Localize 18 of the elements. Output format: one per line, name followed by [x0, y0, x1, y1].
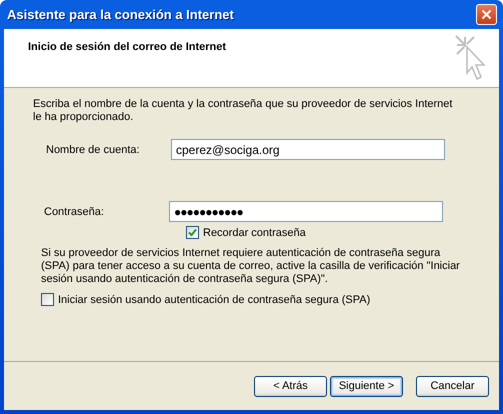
- wizard-button[interactable]: Siguiente >: [330, 376, 403, 396]
- close-button[interactable]: [476, 4, 497, 25]
- check-icon: [188, 228, 197, 237]
- checkbox[interactable]: [41, 293, 54, 306]
- password-label: Contraseña:: [43, 206, 105, 218]
- window-title: Asistente para la conexión a Internet: [7, 7, 234, 22]
- checkbox[interactable]: [186, 226, 199, 239]
- wizard-button[interactable]: < Atrás: [254, 376, 327, 396]
- password-field[interactable]: ●●●●●●●●●●●: [169, 201, 443, 222]
- close-icon: [481, 9, 492, 20]
- wizard-button[interactable]: Cancelar: [416, 376, 489, 396]
- account-label: Nombre de cuenta:: [45, 144, 141, 156]
- spa-checkbox[interactable]: Iniciar sesión usando autenticación de contraseña segura (SPA): [41, 293, 370, 306]
- page-title: Inicio de sesión del correo de Internet: [28, 41, 226, 53]
- account-field[interactable]: cperez@sociga.org: [171, 139, 445, 160]
- instructions-text: Escriba el nombre de la cuenta y la contraseña que su proveedor de servicios Internet le ha proporcionado.: [33, 98, 453, 124]
- remember-checkbox[interactable]: Recordar contraseña: [186, 226, 306, 239]
- spa-info-text: Si su proveedor de servicios Internet requiere autenticación de contraseña segura (SPA) para tener acceso a su cuenta de correo, active la casilla de verificación "Iniciar sesión usando autenticación de contraseña segura (SPA)".: [40, 247, 461, 286]
